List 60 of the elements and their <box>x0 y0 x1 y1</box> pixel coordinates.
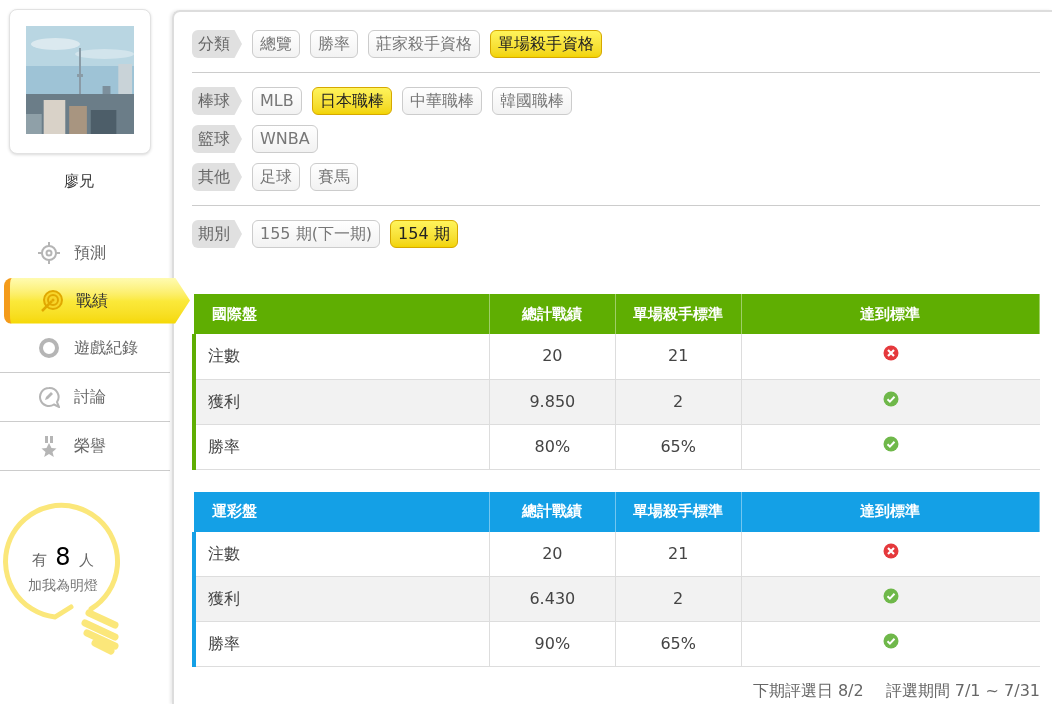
table-cell: 65% <box>615 424 742 469</box>
table-cell: 80% <box>489 424 616 469</box>
nav-item[interactable]: 預測 <box>0 228 170 278</box>
table-cell: 勝率 <box>194 621 490 667</box>
filter-chip[interactable]: 韓國職棒 <box>491 87 572 115</box>
filter-chip[interactable]: 155 期(下一期) <box>252 220 381 248</box>
cross-icon <box>882 542 899 559</box>
check-icon <box>882 633 899 649</box>
table-cell: 6.430 <box>489 576 616 622</box>
filter-chip[interactable]: MLB <box>252 87 302 115</box>
column-header: 運彩盤 <box>194 491 490 532</box>
table-cell: 獲利 <box>194 576 490 622</box>
target-icon <box>40 288 64 313</box>
ring-icon <box>38 336 60 359</box>
filter-label: 其他 <box>192 163 242 191</box>
table-cell: 勝率 <box>194 424 490 469</box>
table-cell: 65% <box>615 621 742 667</box>
filter-chip[interactable]: 莊家殺手資格 <box>368 30 480 58</box>
check-icon <box>882 435 899 452</box>
table-cell: 20 <box>489 334 616 379</box>
filter-chip[interactable]: 賽馬 <box>310 163 358 191</box>
table-cell: 21 <box>615 531 742 577</box>
filter-chip[interactable]: 勝率 <box>310 30 358 58</box>
table-cell: 獲利 <box>194 379 490 424</box>
cross-icon <box>882 345 899 362</box>
chat-pencil-icon <box>38 385 60 408</box>
footer-note: 評選期間 7/1 ~ 7/31 <box>885 680 1040 702</box>
nav-item[interactable]: 遊戲紀錄 <box>0 323 170 373</box>
table-cell: 2 <box>615 576 742 622</box>
nav-item[interactable]: 戰績 <box>4 277 190 324</box>
footer-note: 下期評選日 8/2 <box>752 680 864 702</box>
table-cell: 20 <box>489 531 616 577</box>
table-cell: 9.850 <box>489 379 616 424</box>
filter-chip[interactable]: 單場殺手資格 <box>490 30 602 58</box>
filter-label: 棒球 <box>192 87 242 115</box>
nav-item[interactable]: 榮譽 <box>0 421 170 471</box>
table-cell: 2 <box>615 379 742 424</box>
table-cell: 注數 <box>194 334 490 379</box>
nav-item[interactable]: 討論 <box>0 372 170 422</box>
filter-chip[interactable]: 日本職棒 <box>311 87 392 115</box>
column-header: 達到標準 <box>741 491 1040 532</box>
filter-chip[interactable]: 總覽 <box>252 30 300 58</box>
table-cell: 注數 <box>194 531 490 577</box>
crosshair-icon <box>38 242 60 264</box>
column-header: 單場殺手標準 <box>615 491 742 532</box>
filter-label: 籃球 <box>192 125 242 153</box>
filter-chip[interactable]: 中華職棒 <box>401 87 482 115</box>
fan-caption: 加我為明燈 <box>28 575 98 595</box>
filter-chip[interactable]: 154 期 <box>390 220 458 248</box>
filter-chip[interactable]: 足球 <box>252 163 300 191</box>
check-icon <box>882 588 899 604</box>
column-header: 總計戰績 <box>489 491 616 532</box>
fan-count: 有 8 人 <box>32 541 94 573</box>
user-name: 廖兄 <box>64 171 94 192</box>
filter-label: 期別 <box>192 220 242 248</box>
check-icon <box>882 390 899 407</box>
table-cell: 21 <box>615 334 742 379</box>
filter-label: 分類 <box>192 30 242 58</box>
table-cell: 90% <box>489 621 616 667</box>
filter-chip[interactable]: WNBA <box>252 125 318 153</box>
